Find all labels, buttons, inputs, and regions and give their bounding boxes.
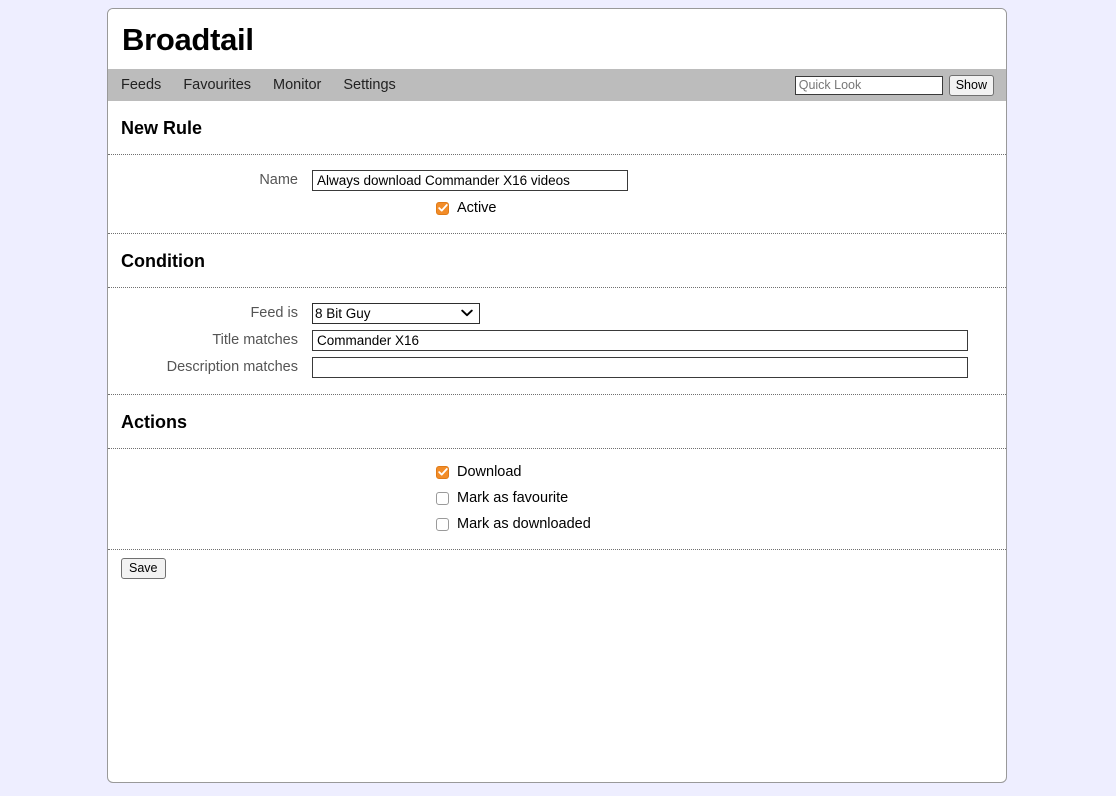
mark-favourite-checkbox[interactable] [436,491,449,505]
active-label[interactable]: Active [457,201,497,216]
rule-name-input[interactable] [312,169,628,191]
quick-look-input[interactable] [794,75,943,95]
section-heading-actions: Actions [121,412,188,432]
field-row-description-matches: Description matches [108,355,1006,379]
field-row-name: Name [108,168,1006,192]
action-row-mark-favourite: Mark as favourite [108,485,1006,511]
download-checkbox[interactable] [436,465,449,479]
title-matches-input[interactable] [312,329,968,351]
nav-items: Feeds Favourites Monitor Settings [121,78,396,93]
section-actions-header: Actions [108,395,1006,448]
name-control [312,169,628,191]
download-label[interactable]: Download [457,465,522,480]
save-button[interactable]: Save [121,558,166,579]
app-title: Broadtail [122,21,254,57]
nav-item-favourites[interactable]: Favourites [183,78,251,93]
field-row-title-matches: Title matches [108,328,1006,352]
feed-select-wrapper: 8 Bit Guy [312,302,480,324]
description-matches-input[interactable] [312,356,968,378]
mark-downloaded-label[interactable]: Mark as downloaded [457,517,591,532]
section-heading-new-rule: New Rule [121,118,203,138]
nav-item-monitor[interactable]: Monitor [273,78,321,93]
action-row-download: Download [108,459,1006,485]
description-matches-label: Description matches [166,358,298,375]
nav-item-settings[interactable]: Settings [343,78,395,93]
app-header: Broadtail [108,9,1006,69]
feed-label: Feed is [250,304,298,321]
show-button[interactable]: Show [948,74,994,96]
field-row-feed: Feed is 8 Bit Guy [108,301,1006,325]
active-checkbox[interactable] [436,201,449,215]
description-matches-control [312,356,968,378]
section-condition-header: Condition [108,234,1006,287]
rule-form: New Rule Name Active Condi [108,101,1006,587]
main-navigation: Feeds Favourites Monitor Settings Show [108,69,1006,101]
quick-look-group: Show [794,74,994,96]
app-card: Broadtail Feeds Favourites Monitor Setti… [107,8,1007,783]
title-matches-label: Title matches [212,331,298,348]
action-row-mark-downloaded: Mark as downloaded [108,511,1006,537]
title-matches-control [312,329,968,351]
checkmark-icon [437,467,448,477]
new-rule-fields: Name Active [108,155,1006,233]
actions-fields: Download Mark as favourite Mark as downl… [108,449,1006,549]
section-new-rule-header: New Rule [108,101,1006,154]
section-heading-condition: Condition [121,251,205,271]
checkmark-icon [437,203,448,213]
condition-fields: Feed is 8 Bit Guy Title matches Commande… [108,288,1006,394]
nav-item-feeds[interactable]: Feeds [121,78,161,93]
mark-favourite-label[interactable]: Mark as favourite [457,491,568,506]
form-footer: Save [108,550,1006,587]
feed-select[interactable]: 8 Bit Guy [312,302,480,324]
mark-downloaded-checkbox[interactable] [436,517,449,531]
field-row-active: Active [108,195,1006,221]
name-label: Name [259,171,298,188]
feed-control: 8 Bit Guy [312,302,480,324]
